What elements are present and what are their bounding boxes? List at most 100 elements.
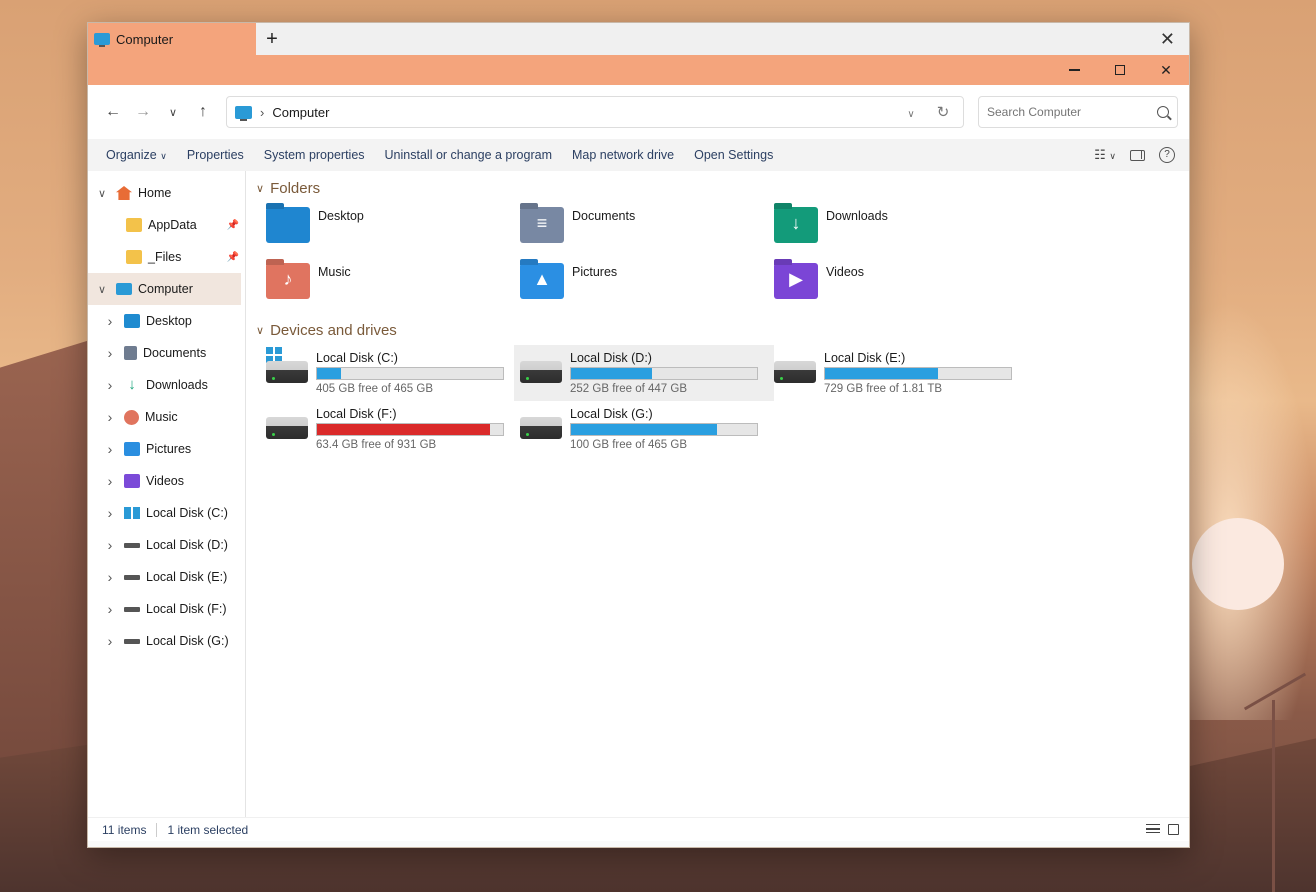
chevron-right-icon[interactable]: › xyxy=(102,313,118,329)
drive-tile[interactable]: Local Disk (D:) 252 GB free of 447 GB xyxy=(514,345,774,401)
sidebar-item-local-disk-g[interactable]: › Local Disk (G:) xyxy=(88,625,245,657)
maximize-icon xyxy=(1115,65,1125,75)
address-bar[interactable]: › Computer ∨ ↻ xyxy=(226,96,964,128)
open-settings-button[interactable]: Open Settings xyxy=(684,148,783,162)
chevron-right-icon[interactable]: › xyxy=(102,537,118,553)
sidebar-item-pictures[interactable]: › Pictures xyxy=(88,433,245,465)
folder-tile-videos[interactable]: ▶ Videos xyxy=(774,259,1028,315)
chevron-down-icon: ∨ xyxy=(160,151,167,161)
sidebar-item-label: _Files xyxy=(148,250,182,264)
drive-icon xyxy=(520,403,564,443)
sidebar-item-files[interactable]: _Files 📌 xyxy=(88,241,245,273)
map-network-drive-button[interactable]: Map network drive xyxy=(562,148,684,162)
preview-pane-icon[interactable] xyxy=(1130,149,1145,161)
sidebar-item-label: Computer xyxy=(138,282,193,296)
tab-computer[interactable]: Computer xyxy=(88,23,256,55)
properties-button[interactable]: Properties xyxy=(177,148,254,162)
chevron-right-icon[interactable]: › xyxy=(102,441,118,457)
drive-tile[interactable]: Local Disk (F:) 63.4 GB free of 931 GB xyxy=(266,401,520,457)
chevron-right-icon[interactable]: › xyxy=(102,473,118,489)
chevron-right-icon[interactable]: › xyxy=(102,345,118,361)
address-dropdown-button[interactable]: ∨ xyxy=(899,105,923,120)
drive-icon xyxy=(124,574,140,580)
up-button[interactable]: ↑ xyxy=(188,103,218,121)
folder-tile-pictures[interactable]: ▲ Pictures xyxy=(520,259,774,315)
chevron-right-icon[interactable]: › xyxy=(102,633,118,649)
drive-tile[interactable]: Local Disk (G:) 100 GB free of 465 GB xyxy=(520,401,774,457)
chevron-right-icon[interactable]: › xyxy=(102,569,118,585)
sidebar-item-local-disk-f[interactable]: › Local Disk (F:) xyxy=(88,593,245,625)
wallpaper-turbine xyxy=(1272,700,1275,892)
drives-group-header[interactable]: ∨ Devices and drives xyxy=(256,317,1189,343)
sidebar-item-desktop[interactable]: › Desktop xyxy=(88,305,245,337)
organize-button[interactable]: Organize ∨ xyxy=(96,148,177,162)
uninstall-program-button[interactable]: Uninstall or change a program xyxy=(375,148,562,162)
home-icon xyxy=(116,186,132,200)
recent-locations-button[interactable]: ∨ xyxy=(158,103,188,121)
chevron-down-icon[interactable]: ∨ xyxy=(94,187,110,200)
downloads-icon: ↓ xyxy=(128,376,136,393)
sidebar-item-videos[interactable]: › Videos xyxy=(88,465,245,497)
chevron-right-icon[interactable]: › xyxy=(102,409,118,425)
chevron-down-icon[interactable]: ∨ xyxy=(94,283,110,296)
drive-tile[interactable]: Local Disk (E:) 729 GB free of 1.81 TB xyxy=(774,345,1028,401)
sidebar-item-home[interactable]: ∨ Home xyxy=(88,177,245,209)
address-row: ← → ∨ ↑ › Computer ∨ ↻ xyxy=(88,85,1189,139)
sidebar-item-downloads[interactable]: › ↓ Downloads xyxy=(88,369,245,401)
sidebar-item-local-disk-c[interactable]: › Local Disk (C:) xyxy=(88,497,245,529)
close-window-button[interactable]: ✕ xyxy=(1143,55,1189,85)
back-button[interactable]: ← xyxy=(98,103,128,121)
search-input[interactable] xyxy=(987,105,1157,119)
tab-title: Computer xyxy=(116,31,174,47)
chevron-down-icon: ∨ xyxy=(1109,151,1116,161)
chevron-right-icon[interactable]: › xyxy=(102,505,118,521)
wallpaper-sun xyxy=(1192,518,1284,610)
sidebar-item-local-disk-d[interactable]: › Local Disk (D:) xyxy=(88,529,245,561)
chevron-down-icon: ∨ xyxy=(168,107,178,119)
folder-icon xyxy=(126,250,142,264)
sidebar-item-documents[interactable]: › Documents xyxy=(88,337,245,369)
system-properties-button[interactable]: System properties xyxy=(254,148,375,162)
folder-tile-downloads[interactable]: ↓ Downloads xyxy=(774,203,1028,259)
selection-count: 1 item selected xyxy=(167,822,249,837)
sidebar-item-local-disk-e[interactable]: › Local Disk (E:) xyxy=(88,561,245,593)
new-tab-button[interactable]: + xyxy=(256,23,288,55)
sidebar-item-label: Local Disk (G:) xyxy=(146,634,229,648)
sidebar-item-label: Music xyxy=(145,410,178,424)
search-icon xyxy=(1157,106,1169,118)
maximize-button[interactable] xyxy=(1097,55,1143,85)
view-options-button[interactable]: ☷ ∨ xyxy=(1094,147,1116,163)
sidebar-item-appdata[interactable]: AppData 📌 xyxy=(88,209,245,241)
sidebar-item-music[interactable]: › Music xyxy=(88,401,245,433)
chevron-down-icon: ∨ xyxy=(256,182,265,195)
details-view-icon[interactable] xyxy=(1146,824,1160,833)
drive-free-space: 252 GB free of 447 GB xyxy=(570,383,687,395)
help-icon[interactable]: ? xyxy=(1159,147,1175,163)
layout-toggles xyxy=(1146,824,1189,835)
drive-usage-fill xyxy=(317,424,491,435)
forward-button[interactable]: → xyxy=(128,103,158,121)
minimize-button[interactable] xyxy=(1051,55,1097,85)
file-explorer-window: Computer + ✕ ✕ ← → ∨ ↑ › Computer ∨ ↻ Or… xyxy=(87,22,1190,848)
forward-arrow-icon: → xyxy=(135,103,151,120)
folder-tile-documents[interactable]: ≡ Documents xyxy=(520,203,774,259)
folder-tile-desktop[interactable]: Desktop xyxy=(266,203,520,259)
folder-name: Desktop xyxy=(318,209,364,223)
chevron-right-icon[interactable]: › xyxy=(102,377,118,393)
computer-children: › Desktop › Documents › ↓ Downloads › Music › Pict… xyxy=(88,305,245,657)
command-bar: Organize ∨ Properties System properties … xyxy=(88,139,1189,171)
navigation-pane: ∨ Home AppData 📌 _Files 📌 ∨ Computer › De… xyxy=(88,171,246,817)
folder-tile-music[interactable]: ♪ Music xyxy=(266,259,520,315)
sidebar-item-computer[interactable]: ∨ Computer xyxy=(88,273,241,305)
drive-tile[interactable]: Local Disk (C:) 405 GB free of 465 GB xyxy=(266,345,520,401)
drive-usage-bar xyxy=(570,367,758,380)
search-box[interactable] xyxy=(978,96,1178,128)
breadcrumb-computer[interactable]: Computer xyxy=(272,105,329,120)
close-tab-button[interactable]: ✕ xyxy=(1160,29,1175,50)
refresh-button[interactable]: ↻ xyxy=(931,103,955,121)
folders-group-header[interactable]: ∨ Folders xyxy=(256,175,1189,201)
tiles-view-icon[interactable] xyxy=(1168,824,1179,835)
chevron-right-icon[interactable]: › xyxy=(102,601,118,617)
sidebar-item-label: Downloads xyxy=(146,378,208,392)
pictures-icon xyxy=(124,442,140,456)
